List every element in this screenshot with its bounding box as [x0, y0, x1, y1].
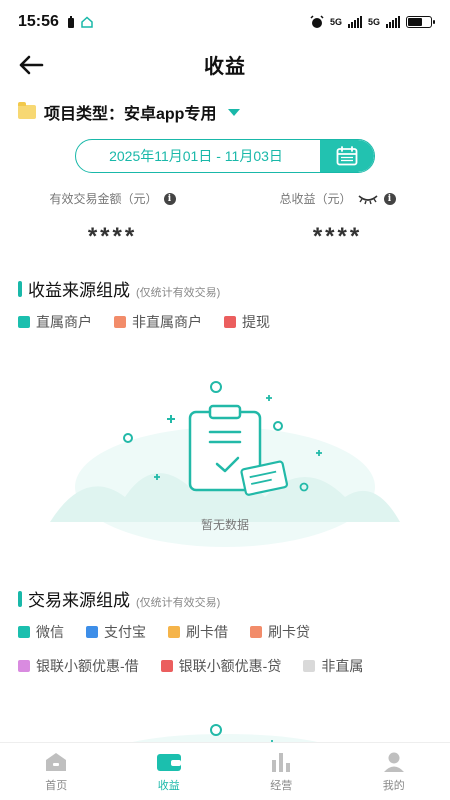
- legend-swatch: [250, 626, 262, 638]
- valid-amount-value: ****: [87, 223, 138, 250]
- status-bar: 15:56 5G 5G: [0, 0, 450, 44]
- legend-swatch: [168, 626, 180, 638]
- home-icon: [46, 752, 67, 771]
- wallet-icon: [156, 753, 181, 771]
- alarm-icon: [310, 15, 324, 28]
- trade-source-section-title: 交易来源组成 (仅统计有效交易): [18, 586, 220, 611]
- legend-item: 银联小额优惠-借: [18, 656, 139, 676]
- page-title: 收益: [204, 55, 246, 78]
- page-header: 收益: [0, 44, 450, 84]
- nav-label: 收益: [157, 779, 180, 792]
- total-income-value: ****: [312, 223, 363, 250]
- legend-swatch: [18, 316, 30, 328]
- nav-item-business[interactable]: 经营: [225, 743, 338, 800]
- status-time: 15:56: [18, 13, 59, 30]
- legend-label: 银联小额优惠-借: [36, 658, 139, 674]
- legend-swatch: [18, 660, 30, 672]
- legend-item: 非直属商户: [114, 312, 202, 332]
- empty-state-text: 暂无数据: [200, 518, 249, 532]
- nav-label: 首页: [45, 779, 68, 792]
- legend-swatch: [114, 316, 126, 328]
- nav-label: 经营: [270, 779, 293, 792]
- nav-item-income[interactable]: 收益: [113, 743, 226, 800]
- battery-saver-icon: [67, 15, 74, 28]
- calendar-button[interactable]: [320, 140, 374, 172]
- status-right: 5G 5G: [310, 15, 435, 29]
- battery-icon: [406, 16, 435, 28]
- legend-item: 支付宝: [86, 622, 146, 642]
- total-income-metric: 总收益（元） i ****: [225, 190, 450, 251]
- valid-amount-label: 有效交易金额（元）: [49, 192, 158, 206]
- trade-source-title: 交易来源组成: [28, 591, 130, 610]
- caret-down-icon: [228, 108, 241, 116]
- legend-label: 非直属: [321, 658, 364, 674]
- signal-icon-1: [347, 16, 362, 28]
- legend-swatch: [224, 316, 236, 328]
- project-type-label: 项目类型：安卓app专用: [44, 106, 217, 123]
- legend-item: 刷卡贷: [250, 622, 310, 642]
- status-notification-icons: [67, 15, 93, 29]
- legend-item: 提现: [224, 312, 270, 332]
- income-source-subtitle: (仅统计有效交易): [136, 287, 221, 299]
- valid-amount-metric: 有效交易金额（元） i ****: [0, 190, 225, 251]
- trade-source-subtitle: (仅统计有效交易): [136, 597, 221, 609]
- legend-label: 直属商户: [36, 314, 92, 330]
- legend-swatch: [303, 660, 316, 672]
- legend-label: 微信: [36, 624, 64, 640]
- metrics-row: 有效交易金额（元） i **** 总收益（元） i ****: [0, 190, 450, 251]
- date-range-picker[interactable]: 2025年11月01日 - 11月03日: [75, 139, 375, 173]
- user-icon: [383, 752, 404, 772]
- network-label-1: 5G: [329, 17, 342, 27]
- nav-item-mine[interactable]: 我的: [338, 743, 450, 800]
- folder-icon: [18, 102, 36, 119]
- section-accent-bar: [18, 590, 22, 607]
- bar-chart-icon: [272, 752, 291, 772]
- date-range-text: 2025年11月01日 - 11月03日: [109, 148, 283, 164]
- legend-item: 刷卡借: [168, 622, 228, 642]
- legend-item: 非直属: [303, 656, 363, 676]
- legend-label: 银联小额优惠-贷: [178, 658, 282, 674]
- income-source-legend: 直属商户 非直属商户 提现: [18, 312, 438, 332]
- back-button[interactable]: [16, 50, 46, 80]
- info-icon[interactable]: i: [383, 192, 396, 205]
- info-icon[interactable]: i: [163, 192, 176, 205]
- section-accent-bar: [18, 280, 22, 297]
- legend-label: 支付宝: [104, 624, 146, 640]
- income-source-section-title: 收益来源组成 (仅统计有效交易): [18, 276, 220, 301]
- calendar-icon: [336, 146, 358, 166]
- legend-item: 微信: [18, 622, 64, 642]
- project-type-selector[interactable]: 项目类型：安卓app专用: [18, 100, 241, 124]
- legend-swatch: [86, 626, 98, 638]
- legend-swatch: [160, 660, 173, 672]
- network-label-2: 5G: [367, 17, 380, 27]
- legend-label: 非直属商户: [132, 314, 202, 330]
- total-income-label: 总收益（元）: [279, 192, 352, 206]
- legend-item: 直属商户: [18, 312, 92, 332]
- legend-item: 银联小额优惠-贷: [160, 656, 282, 676]
- legend-label: 刷卡借: [186, 624, 228, 640]
- nav-label: 我的: [382, 779, 405, 792]
- legend-swatch: [18, 626, 30, 638]
- trade-source-legend: 微信 支付宝 刷卡借 刷卡贷 银联小额优惠-借 银联小额优惠-贷 非直属: [18, 622, 438, 676]
- legend-label: 刷卡贷: [268, 624, 310, 640]
- bottom-navigation: 首页 收益 经营 我的: [0, 742, 450, 800]
- signal-icon-2: [386, 16, 400, 28]
- empty-clipboard-illustration: [50, 381, 400, 547]
- nav-item-home[interactable]: 首页: [0, 743, 113, 800]
- legend-label: 提现: [242, 314, 270, 330]
- income-source-title: 收益来源组成: [28, 281, 130, 300]
- arrow-left-icon: [19, 55, 44, 75]
- eye-closed-icon[interactable]: [357, 193, 378, 205]
- home-status-icon: [81, 16, 93, 28]
